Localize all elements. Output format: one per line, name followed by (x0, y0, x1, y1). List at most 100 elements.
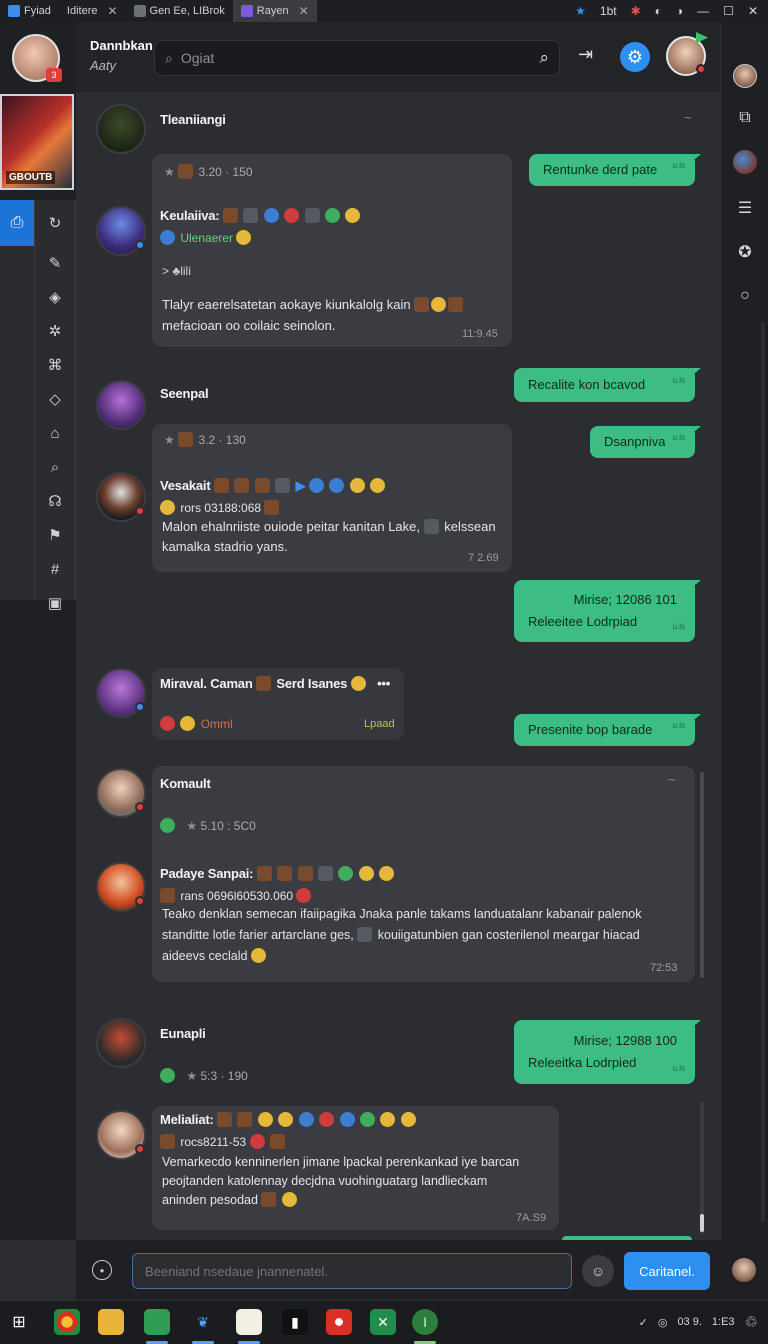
date[interactable]: 1:E3 (712, 1316, 735, 1328)
folder-icon[interactable] (98, 1309, 124, 1335)
game-icon (160, 1068, 175, 1083)
search-icon[interactable]: ⌕ (539, 48, 549, 68)
sent-bubble[interactable]: Mirise; 12988 100 Releeitka Lodrpied u.l… (514, 1020, 695, 1084)
magnifier-icon[interactable]: ⌕ (36, 450, 74, 484)
diamond-icon[interactable]: ◈ (36, 280, 74, 314)
chevron-up-icon[interactable]: ✓ (639, 1316, 648, 1329)
discord-icon[interactable]: ❦ (190, 1309, 216, 1335)
pencil-icon[interactable]: ✎ (36, 246, 74, 280)
sparkle-icon[interactable]: ✲ (36, 314, 74, 348)
puzzle-icon[interactable]: ✱ (631, 4, 641, 18)
search-input[interactable]: Ogiat (181, 50, 214, 66)
username[interactable]: Seenpal (160, 386, 209, 401)
username[interactable]: Melialiat: (160, 1112, 214, 1127)
minimize-icon[interactable]: — (697, 4, 709, 18)
notification-icon[interactable]: ♲ (745, 1313, 758, 1331)
emoji-picker-icon[interactable]: ☺ (582, 1255, 614, 1287)
sent-bubble[interactable]: Presenite bop barade u.ls (514, 714, 695, 746)
tab-iditere[interactable]: Iditere ✕ (59, 0, 126, 22)
star-icon[interactable]: ★ (575, 4, 586, 18)
terminal-icon[interactable]: ▮ (282, 1309, 308, 1335)
tab-fyiad[interactable]: Fyiad (0, 0, 59, 22)
tab-icon (133, 5, 146, 17)
chat-icon[interactable]: ☊ (36, 484, 74, 518)
status-dot (135, 506, 145, 516)
flag-icon[interactable]: ⚑ (36, 518, 74, 552)
scroll-thumb[interactable] (700, 1214, 704, 1232)
profile-icon[interactable]: ◐ (655, 4, 662, 18)
avatar[interactable] (96, 768, 146, 818)
user-avatar[interactable]: 3 (12, 34, 62, 82)
square-icon[interactable]: ▣ (36, 586, 74, 620)
avatar[interactable] (96, 104, 146, 154)
open-external-icon[interactable]: ⧉ (733, 106, 757, 130)
username[interactable]: Vesakait (160, 478, 211, 493)
emoji-icon (350, 676, 366, 691)
app-icon (8, 5, 20, 17)
share-icon[interactable]: ⇥ (578, 44, 593, 65)
browser-icon[interactable] (54, 1309, 80, 1335)
emoji-icon (160, 716, 175, 731)
profile-avatar[interactable] (733, 64, 757, 88)
avatar[interactable] (96, 1018, 146, 1068)
attach-icon[interactable]: ● (92, 1260, 112, 1280)
circle-icon[interactable]: ○ (733, 284, 757, 308)
role-text: Ulenaerer (180, 231, 234, 245)
meta-text: 5.10 : 5C0 (200, 819, 256, 833)
tab-gen-ee[interactable]: Gen Ee, LIBrok (126, 0, 233, 22)
home-icon[interactable]: ⎙ (0, 200, 34, 246)
house-icon[interactable]: ⌂ (36, 416, 74, 450)
header-avatar[interactable] (666, 32, 708, 76)
spotify-icon[interactable]: ⏽ (412, 1309, 438, 1335)
username[interactable]: Tleaniiangi (160, 112, 226, 127)
message-input[interactable] (132, 1253, 572, 1289)
username[interactable]: Komault (160, 776, 211, 791)
meta-text: 3.2 · 130 (198, 433, 246, 447)
avatar[interactable] (96, 668, 146, 718)
sent-bubble[interactable]: Rentunke derd pate u.ls (529, 154, 695, 186)
avatar[interactable] (96, 472, 146, 522)
settings-gear-icon[interactable]: ⚙ (620, 42, 650, 72)
profile-avatar[interactable] (732, 1258, 756, 1282)
username[interactable]: Keulaiiva: (160, 208, 220, 223)
xbox-icon[interactable]: ✕ (370, 1309, 396, 1335)
grid-icon[interactable]: # (36, 552, 74, 586)
avatar[interactable] (96, 862, 146, 912)
maximize-icon[interactable]: ☐ (723, 4, 734, 18)
tab-rayen[interactable]: Rayen ✕ (232, 0, 317, 22)
avatar[interactable] (96, 1110, 146, 1160)
avatar[interactable] (96, 380, 146, 430)
close-window-icon[interactable]: ✕ (748, 4, 758, 18)
guild-banner[interactable]: GBOUTB (0, 94, 74, 190)
search-bar[interactable]: ⌕ Ogiat ⌕ (154, 40, 560, 76)
wifi-icon[interactable]: ◎ (658, 1316, 668, 1329)
sent-bubble[interactable]: Mirise; 12086 101 Releeitee Lodrpiad u.l… (514, 580, 695, 642)
notification-badge: 3 (46, 68, 62, 82)
tag-icon[interactable]: ⌘ (36, 348, 74, 382)
close-icon[interactable]: ✕ (107, 4, 117, 18)
username[interactable]: Eunapli (160, 1026, 206, 1041)
bookmark-icon[interactable]: ◇ (36, 382, 74, 416)
username[interactable]: Padaye Sanpai: (160, 866, 254, 881)
compass-icon[interactable]: ✪ (733, 240, 757, 264)
close-icon[interactable]: ✕ (299, 4, 309, 18)
refresh-icon[interactable]: ↻ (36, 200, 74, 246)
list-icon[interactable]: ☰ (733, 196, 757, 220)
avatar[interactable] (96, 206, 146, 256)
card-scrollbar[interactable] (700, 772, 704, 978)
app-icon[interactable] (144, 1309, 170, 1335)
notes-icon[interactable] (236, 1309, 262, 1335)
message-body: aideevs ceclald (162, 946, 268, 967)
game-avatar[interactable] (733, 150, 757, 174)
sent-bubble[interactable]: Recalite kon bcavod u.ls (514, 368, 695, 402)
chrome-icon[interactable] (326, 1309, 352, 1335)
clock[interactable]: 03 9. (677, 1316, 701, 1328)
more-icon[interactable]: ••• (377, 676, 390, 691)
username-row: Keulaiiva: (160, 208, 362, 223)
sent-bubble[interactable]: Dsanpniva u.ls (590, 426, 695, 458)
right-scrollbar[interactable] (761, 322, 765, 1222)
sync-icon[interactable]: ◑ (676, 4, 683, 18)
username[interactable]: Miraval. Caman (160, 676, 253, 691)
send-button[interactable]: Caritanel. (624, 1252, 710, 1290)
start-icon[interactable]: ⊞ (6, 1309, 32, 1335)
